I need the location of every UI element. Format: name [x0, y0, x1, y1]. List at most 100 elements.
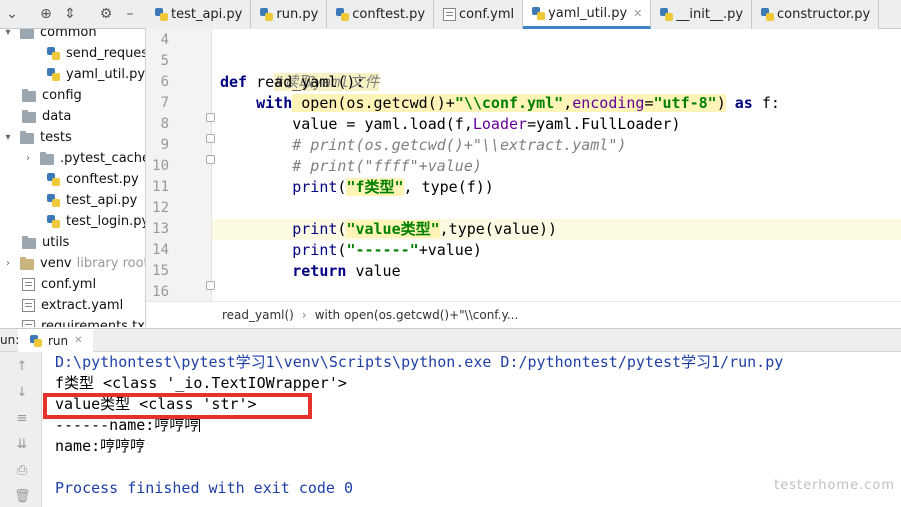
- param-name: encoding: [572, 94, 645, 112]
- tree-label: test_api.py: [66, 193, 138, 208]
- folder-icon: [20, 29, 34, 39]
- tree-file-conf-yml[interactable]: conf.yml: [22, 274, 96, 295]
- folder-icon: [20, 130, 34, 144]
- tree-folder-tests[interactable]: ▾ tests: [2, 127, 72, 148]
- trash-icon[interactable]: 🗑: [14, 489, 31, 505]
- breadcrumb-item[interactable]: with open(os.getcwd()+"\\conf.y...: [315, 308, 519, 322]
- tab-label: yaml_util.py: [548, 5, 628, 21]
- tree-label: test_login.py: [66, 214, 146, 229]
- tab-conf-yml[interactable]: conf.yml: [434, 0, 524, 29]
- fold-marker-icon[interactable]: [206, 155, 215, 164]
- chevron-down-icon[interactable]: ▾: [2, 132, 14, 143]
- text-file-icon: [22, 320, 35, 327]
- string-literal: "utf-8": [653, 94, 717, 112]
- console-line: f类型 <class '_io.TextIOWrapper'>: [55, 374, 347, 392]
- line-number: 13: [152, 221, 169, 237]
- line-number: 16: [152, 284, 169, 300]
- tree-file-send-request[interactable]: send_request.py: [47, 43, 145, 64]
- print-icon[interactable]: ⎙: [14, 463, 30, 479]
- keyword: return: [292, 262, 347, 280]
- fold-marker-icon[interactable]: [206, 134, 215, 143]
- arrow-up-icon[interactable]: ↑: [14, 359, 30, 375]
- line-number: 12: [152, 200, 169, 216]
- tree-file-extract-yaml[interactable]: extract.yaml: [22, 295, 123, 316]
- code-comment: # print(os.getcwd()+"\\extract.yaml"): [292, 136, 627, 154]
- tab-run-py[interactable]: run.py: [251, 0, 328, 29]
- console-line: D:\pythontest\pytest学习1\venv\Scripts\pyt…: [55, 353, 784, 371]
- collapse-icon[interactable]: ⇕: [60, 4, 80, 24]
- code-line-8: value = yaml.load(f,Loader=yaml.FullLoad…: [220, 114, 680, 135]
- string-literal: "value类型": [346, 220, 440, 238]
- line-number: 9: [160, 137, 169, 153]
- line-number: 6: [160, 74, 169, 90]
- tree-label: config: [42, 88, 82, 103]
- code-text: +value): [418, 241, 482, 259]
- tab-label: conf.yml: [459, 7, 515, 22]
- chevron-down-icon[interactable]: ⌄: [2, 4, 22, 24]
- tree-label: utils: [42, 235, 70, 250]
- tab-init-py[interactable]: __init__.py: [651, 0, 753, 29]
- breadcrumb-item[interactable]: read_yaml(): [222, 308, 294, 322]
- tree-folder-venv[interactable]: › venv library root: [2, 253, 145, 274]
- tree-file-test-login[interactable]: test_login.py: [47, 211, 146, 232]
- tree-label: conf.yml: [41, 277, 97, 292]
- code-text: , type(f)): [403, 178, 494, 196]
- locate-icon[interactable]: ⊕: [36, 4, 56, 24]
- fold-marker-icon[interactable]: [206, 113, 215, 122]
- builtin-name: print: [292, 178, 338, 196]
- tree-label: yaml_util.py: [66, 67, 146, 82]
- param-name: Loader: [472, 115, 528, 133]
- fold-marker-icon[interactable]: [206, 281, 215, 290]
- tree-label: .pytest_cache: [60, 151, 146, 166]
- tree-label: tests: [40, 130, 72, 145]
- code-text: value: [346, 262, 401, 280]
- tree-folder-pytest-cache[interactable]: › .pytest_cache: [22, 148, 146, 169]
- tree-folder-utils[interactable]: utils: [22, 232, 69, 253]
- tree-file-test-api[interactable]: test_api.py: [47, 190, 137, 211]
- tree-file-requirements[interactable]: requirements.txt: [22, 316, 145, 327]
- folder-icon: [22, 235, 36, 249]
- tree-folder-data[interactable]: data: [22, 106, 71, 127]
- code-text: read_yaml():: [247, 73, 365, 91]
- tree-label: data: [42, 109, 72, 124]
- console-line: Process finished with exit code 0: [55, 479, 354, 497]
- chevron-right-icon[interactable]: ›: [2, 258, 14, 269]
- code-line-5: #读取yaml文件: [220, 51, 380, 91]
- tab-constructor-py[interactable]: constructor.py: [752, 0, 880, 29]
- code-line-10: # print("ffff"+value): [220, 156, 482, 177]
- tree-folder-config[interactable]: config: [22, 85, 82, 106]
- scroll-to-end-icon[interactable]: ⇊: [14, 437, 30, 453]
- tab-test-api-py[interactable]: test_api.py: [146, 0, 252, 29]
- builtin-name: print: [292, 241, 338, 259]
- code-line-7: with open(os.getcwd()+"\\conf.yml",encod…: [220, 93, 780, 114]
- string-literal: "------": [346, 241, 419, 259]
- arrow-down-icon[interactable]: ↓: [14, 385, 30, 401]
- line-number: 15: [152, 263, 169, 279]
- tree-label: venv: [40, 256, 72, 271]
- line-number: 5: [160, 53, 169, 69]
- tab-conftest-py[interactable]: conftest.py: [327, 0, 435, 29]
- code-text: ): [716, 94, 726, 112]
- breadcrumb: read_yaml() › with open(os.getcwd()+"\\c…: [146, 301, 901, 328]
- line-number: 11: [152, 179, 169, 195]
- folder-icon: [22, 88, 36, 102]
- tree-folder-common[interactable]: ▾ common: [2, 29, 97, 43]
- code-editor[interactable]: 4 5 6 7 8 9 10 11 12 13 14 15 16 #读取yaml文件 def read_…: [146, 29, 901, 301]
- gear-icon[interactable]: ⚙: [96, 4, 116, 24]
- tree-file-yaml-util[interactable]: yaml_util.py: [47, 64, 145, 85]
- line-number: 14: [152, 242, 169, 258]
- soft-wrap-icon[interactable]: ≡: [14, 411, 30, 427]
- highlight-annotation: [43, 393, 312, 419]
- close-icon[interactable]: ✕: [633, 7, 642, 20]
- tab-yaml-util-py[interactable]: yaml_util.py ✕: [523, 0, 652, 29]
- python-file-icon: [761, 8, 775, 21]
- console-output[interactable]: D:\pythontest\pytest学习1\venv\Scripts\pyt…: [42, 352, 901, 507]
- chevron-down-icon[interactable]: ▾: [2, 29, 14, 38]
- python-file-icon: [47, 47, 60, 60]
- tab-label: conftest.py: [352, 7, 426, 22]
- close-icon[interactable]: ✕: [74, 335, 82, 346]
- tree-file-conftest[interactable]: conftest.py: [47, 169, 139, 190]
- run-tab[interactable]: run ✕: [18, 329, 93, 352]
- chevron-right-icon[interactable]: ›: [22, 153, 34, 164]
- hide-icon[interactable]: –: [120, 4, 140, 24]
